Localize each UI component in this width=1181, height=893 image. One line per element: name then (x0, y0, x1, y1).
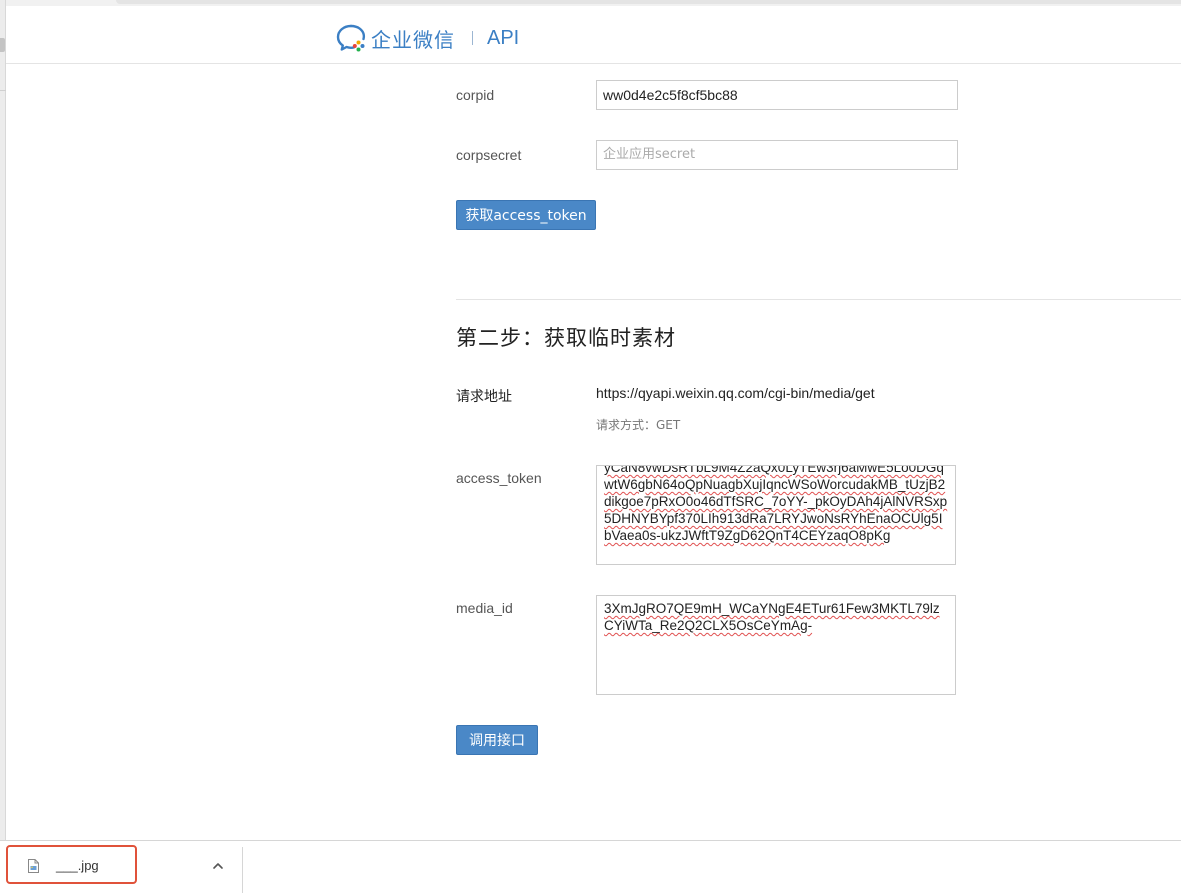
download-bar-separator (242, 847, 243, 893)
section-divider (456, 299, 1181, 300)
api-label: API (487, 26, 520, 49)
logo-separator (472, 31, 473, 45)
download-item[interactable]: ___.jpg (6, 845, 137, 884)
media-id-label: media_id (456, 600, 513, 616)
request-url: https://qyapi.weixin.qq.com/cgi-bin/medi… (596, 385, 875, 401)
media-id-text: 3XmJgRO7QE9mH_WCaYNgE4ETur61Few3MKTL79lz… (604, 601, 940, 633)
chevron-up-icon[interactable] (211, 859, 225, 873)
corpid-label: corpid (456, 87, 495, 103)
access-token-label: access_token (456, 470, 542, 486)
request-method: 请求方式：GET (596, 418, 681, 432)
logo[interactable]: 企业微信 API (336, 23, 519, 53)
call-api-button[interactable]: 调用接口 (456, 725, 538, 755)
download-bar: ___.jpg (0, 840, 1181, 893)
step2-title: 第二步：获取临时素材 (456, 326, 676, 350)
get-access-token-button[interactable]: 获取access_token (456, 200, 596, 230)
request-url-label: 请求地址 (456, 389, 512, 405)
edge-handle (0, 38, 5, 52)
corpid-input[interactable]: ww0d4e2c5f8cf5bc88 (596, 80, 958, 110)
access-token-textarea[interactable]: yCaN8vwDsRTbL9M4Z2aQx0LyTEw3rj6aMwE5Lo0D… (596, 465, 956, 565)
edge-divider (0, 90, 6, 91)
page-header: 企业微信 API (6, 6, 1181, 64)
toolbar-edge (116, 0, 1181, 4)
media-id-textarea[interactable]: 3XmJgRO7QE9mH_WCaYNgE4ETur61Few3MKTL79lz… (596, 595, 956, 695)
corpsecret-label: corpsecret (456, 147, 522, 163)
access-token-text: yCaN8vwDsRTbL9M4Z2aQx0LyTEw3rj6aMwE5Lo0D… (604, 465, 948, 543)
browser-left-edge (0, 0, 6, 840)
image-file-icon (28, 859, 39, 873)
corpsecret-input[interactable]: 企业应用secret (596, 140, 958, 170)
wecom-logo-icon (336, 24, 366, 52)
download-file-name: ___.jpg (56, 858, 99, 873)
brand-name: 企业微信 (371, 27, 455, 52)
